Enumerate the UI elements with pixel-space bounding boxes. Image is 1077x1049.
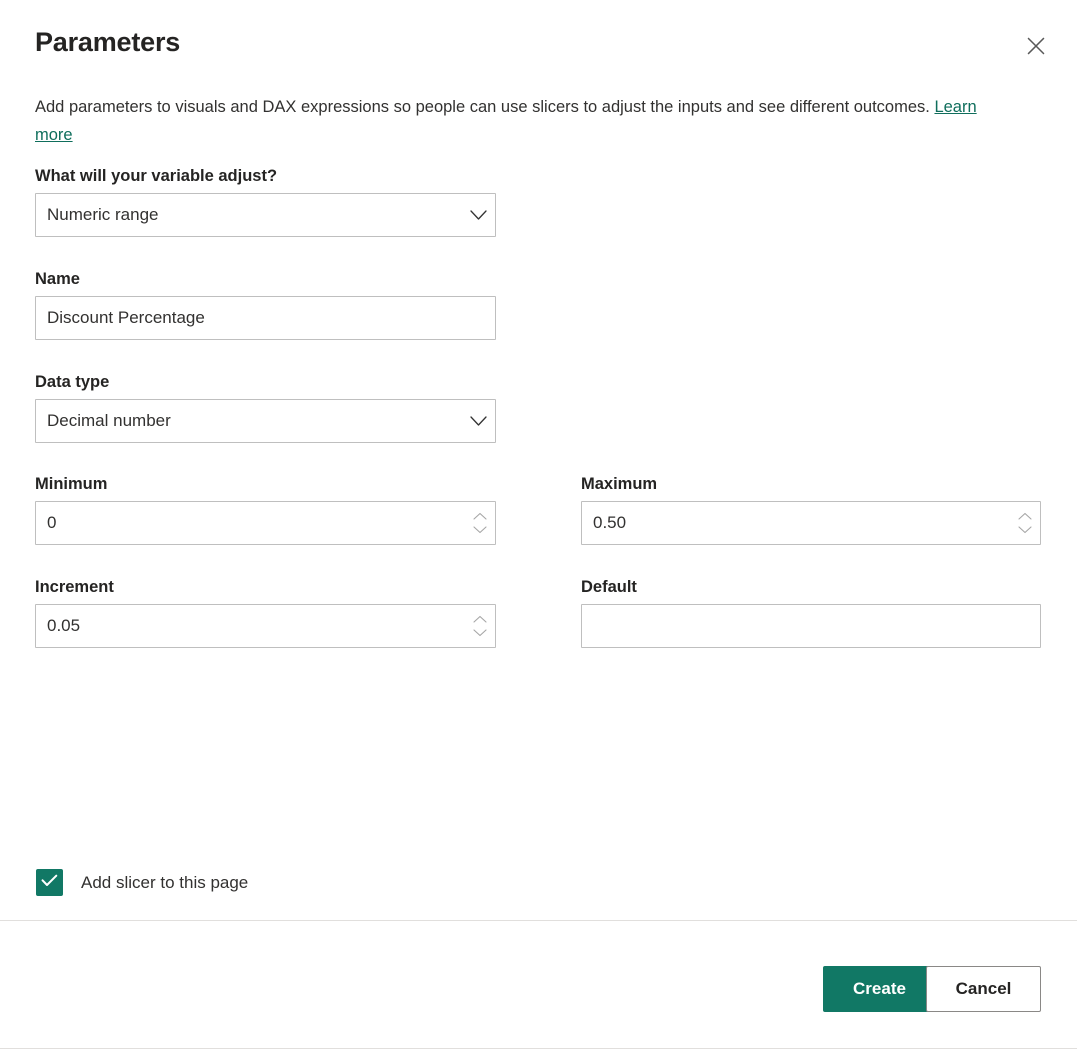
dialog-description: Add parameters to visuals and DAX expres… <box>35 93 985 149</box>
field-maximum: Maximum 0.50 <box>581 473 1041 545</box>
maximum-stepper[interactable]: 0.50 <box>581 501 1041 545</box>
chevron-down-icon[interactable] <box>461 400 495 442</box>
variable-adjust-value: Numeric range <box>36 194 461 236</box>
maximum-label: Maximum <box>581 473 1041 495</box>
chevron-up-icon[interactable] <box>471 511 489 522</box>
add-slicer-checkbox-row[interactable]: Add slicer to this page <box>36 869 248 896</box>
cancel-button[interactable]: Cancel <box>926 966 1041 1012</box>
name-label: Name <box>35 268 496 290</box>
chevron-down-icon[interactable] <box>471 628 489 639</box>
data-type-value: Decimal number <box>36 400 461 442</box>
chevron-down-icon[interactable] <box>1016 525 1034 536</box>
chevron-down-icon[interactable] <box>461 194 495 236</box>
dialog-footer: Create Cancel <box>0 921 1077 1048</box>
field-increment: Increment 0.05 <box>35 576 496 648</box>
increment-value: 0.05 <box>36 605 465 647</box>
description-text: Add parameters to visuals and DAX expres… <box>35 98 934 116</box>
variable-adjust-label: What will your variable adjust? <box>35 165 496 187</box>
variable-adjust-dropdown[interactable]: Numeric range <box>35 193 496 237</box>
add-slicer-label: Add slicer to this page <box>81 871 248 895</box>
field-name: Name Discount Percentage <box>35 268 496 340</box>
default-input[interactable] <box>581 604 1041 648</box>
increment-stepper[interactable]: 0.05 <box>35 604 496 648</box>
minimum-label: Minimum <box>35 473 496 495</box>
maximum-spinner[interactable] <box>1010 502 1040 544</box>
field-data-type: Data type Decimal number <box>35 371 496 443</box>
field-variable-adjust: What will your variable adjust? Numeric … <box>35 165 496 237</box>
dialog-header: Parameters <box>0 0 1077 86</box>
checkmark-icon <box>41 874 58 892</box>
chevron-down-icon[interactable] <box>471 525 489 536</box>
name-input[interactable]: Discount Percentage <box>35 296 496 340</box>
page-title: Parameters <box>35 25 180 59</box>
minimum-stepper[interactable]: 0 <box>35 501 496 545</box>
data-type-label: Data type <box>35 371 496 393</box>
close-icon <box>1027 37 1045 55</box>
parameters-dialog: Parameters Add parameters to visuals and… <box>0 0 1077 1049</box>
chevron-up-icon[interactable] <box>471 614 489 625</box>
increment-label: Increment <box>35 576 496 598</box>
minimum-spinner[interactable] <box>465 502 495 544</box>
maximum-value: 0.50 <box>582 502 1010 544</box>
data-type-dropdown[interactable]: Decimal number <box>35 399 496 443</box>
chevron-up-icon[interactable] <box>1016 511 1034 522</box>
create-button[interactable]: Create <box>823 966 936 1012</box>
default-label: Default <box>581 576 1041 598</box>
close-button[interactable] <box>1015 25 1057 67</box>
minimum-value: 0 <box>36 502 465 544</box>
field-minimum: Minimum 0 <box>35 473 496 545</box>
add-slicer-checkbox[interactable] <box>36 869 63 896</box>
increment-spinner[interactable] <box>465 605 495 647</box>
name-value: Discount Percentage <box>36 297 495 339</box>
field-default: Default <box>581 576 1041 648</box>
